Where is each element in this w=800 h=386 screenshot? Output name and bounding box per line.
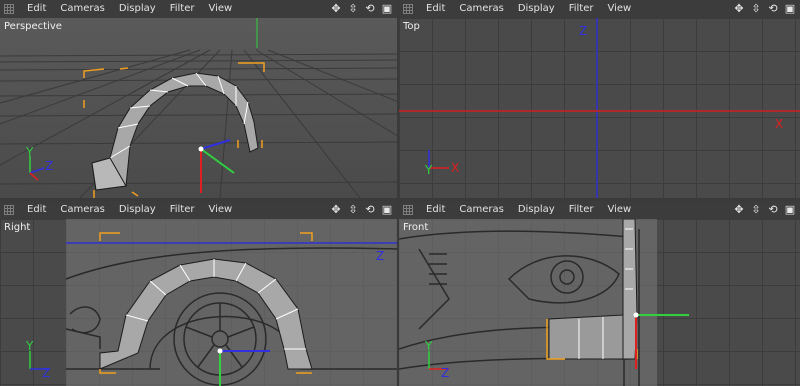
world-axis-gizmo: Y Z	[25, 145, 53, 181]
grip-icon[interactable]	[4, 4, 14, 14]
menu-view[interactable]: View	[600, 201, 638, 219]
svg-text:X: X	[451, 161, 459, 175]
viewport-menubar: Edit Cameras Display Filter View ✥ ⇳ ⟲ ▣	[0, 201, 397, 220]
menu-display[interactable]: Display	[112, 0, 163, 18]
viewport-menubar: Edit Cameras Display Filter View ✥ ⇳ ⟲ ▣	[399, 0, 800, 19]
maximize-icon[interactable]: ▣	[381, 3, 393, 15]
svg-text:Z: Z	[42, 366, 50, 380]
menu-edit[interactable]: Edit	[419, 201, 452, 219]
menu-filter[interactable]: Filter	[163, 201, 202, 219]
front-canvas[interactable]: Y Z	[399, 219, 800, 386]
svg-text:Y: Y	[424, 339, 433, 353]
perspective-canvas[interactable]: Y Z	[0, 18, 397, 198]
menu-cameras[interactable]: Cameras	[452, 201, 510, 219]
svg-text:Z: Z	[45, 159, 53, 173]
grip-icon[interactable]	[4, 205, 14, 215]
rotate-view-icon[interactable]: ⟲	[767, 204, 779, 216]
menu-edit[interactable]: Edit	[20, 201, 53, 219]
world-axis-gizmo: Y Z	[25, 339, 50, 380]
top-scene: Y X	[399, 18, 800, 198]
viewport-menubar: Edit Cameras Display Filter View ✥ ⇳ ⟲ ▣	[399, 201, 800, 220]
grip-icon[interactable]	[403, 205, 413, 215]
move-view-icon[interactable]: ✥	[733, 3, 745, 15]
dolly-icon[interactable]: ⇳	[347, 204, 359, 216]
menu-display[interactable]: Display	[511, 201, 562, 219]
right-viewport[interactable]: Edit Cameras Display Filter View ✥ ⇳ ⟲ ▣…	[0, 201, 397, 386]
move-view-icon[interactable]: ✥	[733, 204, 745, 216]
move-view-icon[interactable]: ✥	[330, 204, 342, 216]
svg-text:Y: Y	[25, 339, 34, 353]
top-viewport[interactable]: Edit Cameras Display Filter View ✥ ⇳ ⟲ ▣…	[399, 0, 800, 198]
viewport-label: Perspective	[4, 21, 62, 32]
dolly-icon[interactable]: ⇳	[750, 204, 762, 216]
dolly-icon[interactable]: ⇳	[347, 3, 359, 15]
menu-edit[interactable]: Edit	[419, 0, 452, 18]
rotate-view-icon[interactable]: ⟲	[364, 204, 376, 216]
top-canvas[interactable]: Y X Z X	[399, 18, 800, 198]
viewport-menubar: Edit Cameras Display Filter View ✥ ⇳ ⟲ ▣	[0, 0, 397, 19]
menu-filter[interactable]: Filter	[562, 0, 601, 18]
maximize-icon[interactable]: ▣	[381, 204, 393, 216]
menu-filter[interactable]: Filter	[562, 201, 601, 219]
front-viewport[interactable]: Edit Cameras Display Filter View ✥ ⇳ ⟲ ▣…	[399, 201, 800, 386]
menu-cameras[interactable]: Cameras	[452, 0, 510, 18]
right-scene: Y Z	[25, 219, 397, 386]
svg-text:Y: Y	[424, 163, 433, 177]
world-axis-gizmo: Y X	[424, 150, 459, 177]
rotate-view-icon[interactable]: ⟲	[364, 3, 376, 15]
dolly-icon[interactable]: ⇳	[750, 3, 762, 15]
right-canvas[interactable]: Y Z Z	[0, 219, 397, 386]
menu-view[interactable]: View	[201, 201, 239, 219]
viewport-label: Front	[403, 222, 429, 233]
perspective-scene: Y Z	[0, 18, 397, 198]
menu-edit[interactable]: Edit	[20, 0, 53, 18]
perspective-viewport[interactable]: Edit Cameras Display Filter View ✥ ⇳ ⟲ ▣…	[0, 0, 397, 198]
move-view-icon[interactable]: ✥	[330, 3, 342, 15]
maximize-icon[interactable]: ▣	[784, 204, 796, 216]
axis-label-z: Z	[376, 249, 385, 263]
menu-display[interactable]: Display	[511, 0, 562, 18]
menu-view[interactable]: View	[201, 0, 239, 18]
viewport-layout: Edit Cameras Display Filter View ✥ ⇳ ⟲ ▣…	[0, 0, 800, 386]
grip-icon[interactable]	[403, 4, 413, 14]
axis-label-x: X	[775, 117, 784, 131]
front-scene: Y Z	[399, 219, 689, 386]
menu-cameras[interactable]: Cameras	[53, 0, 111, 18]
viewport-label: Top	[403, 21, 420, 32]
maximize-icon[interactable]: ▣	[784, 3, 796, 15]
rotate-view-icon[interactable]: ⟲	[767, 3, 779, 15]
menu-cameras[interactable]: Cameras	[53, 201, 111, 219]
menu-view[interactable]: View	[600, 0, 638, 18]
axis-label-z: Z	[579, 24, 588, 38]
menu-filter[interactable]: Filter	[163, 0, 202, 18]
svg-text:Y: Y	[25, 145, 34, 159]
menu-display[interactable]: Display	[112, 201, 163, 219]
viewport-label: Right	[4, 222, 31, 233]
svg-text:Z: Z	[441, 366, 449, 380]
